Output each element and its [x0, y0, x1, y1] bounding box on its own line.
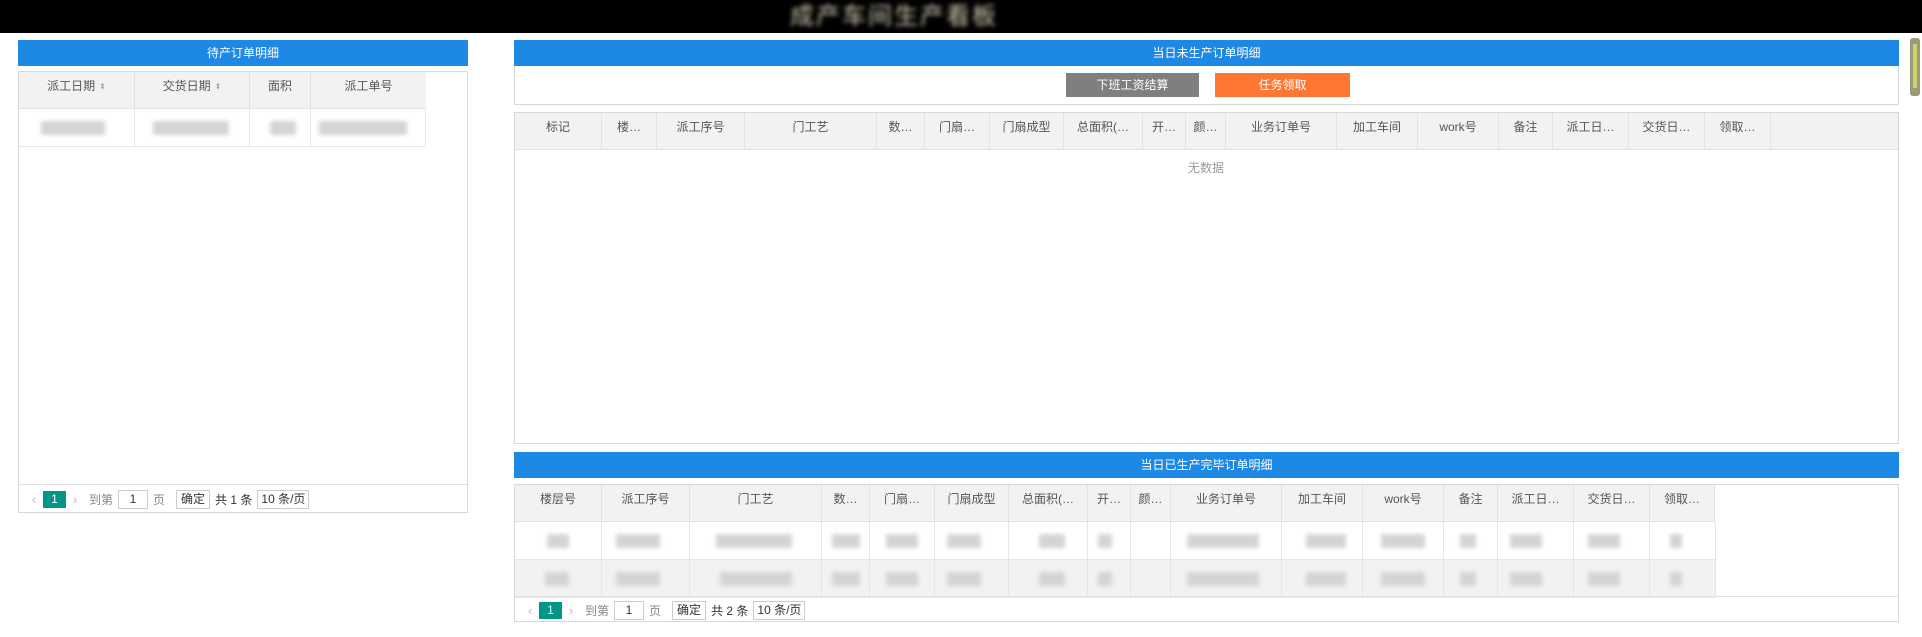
- col-order-no: 业务订单号: [1226, 113, 1337, 149]
- pending-table-header: 派工日期 ⬍ 交货日期 ⬍ 面积 派工单号: [19, 72, 426, 109]
- next-page-icon[interactable]: ›: [562, 603, 580, 618]
- total-count: 共 1 条: [215, 492, 253, 507]
- sort-icon[interactable]: ⬍: [215, 73, 222, 101]
- col-quantity: 数…: [822, 485, 870, 521]
- col-dispatch-date[interactable]: 派工日期 ⬍: [19, 72, 135, 108]
- page-input[interactable]: 1: [614, 600, 645, 620]
- pending-orders-panel: 派工日期 ⬍ 交货日期 ⬍ 面积 派工单号 ‹ 1 › 到第 1 页 确定 共 1 …: [18, 71, 468, 513]
- col-dispatch-no: 派工单号: [344, 79, 393, 93]
- goto-label: 到第: [89, 492, 114, 507]
- col-color: 颜…: [1131, 485, 1171, 521]
- col-claim: 领取…: [1705, 113, 1771, 149]
- sort-icon[interactable]: ⬍: [99, 73, 106, 101]
- col-delivery-date[interactable]: 交货日期 ⬍: [135, 72, 250, 108]
- table-row[interactable]: [19, 109, 426, 147]
- col-total-area: 总面积(…: [1009, 485, 1088, 521]
- col-dispatch-seq: 派工序号: [602, 485, 690, 521]
- col-color: 颜…: [1186, 113, 1226, 149]
- col-delivery-date: 交货日…: [1629, 113, 1705, 149]
- claim-task-button[interactable]: 任务领取: [1215, 73, 1350, 97]
- col-floor: 楼…: [602, 113, 657, 149]
- table-cell: [19, 109, 135, 146]
- prev-page-icon[interactable]: ‹: [25, 492, 43, 507]
- scroll-indicator[interactable]: [1910, 38, 1920, 96]
- completed-orders-panel: 楼层号 派工序号 门工艺 数… 门扇… 门扇成型 总面积(… 开… 颜… 业务订…: [514, 484, 1899, 622]
- col-area: 面积: [250, 72, 311, 108]
- col-quantity: 数…: [877, 113, 925, 149]
- prev-page-icon[interactable]: ‹: [521, 603, 539, 618]
- col-claim: 领取…: [1650, 485, 1715, 521]
- col-door-forming: 门扇成型: [990, 113, 1064, 149]
- col-dispatch-seq: 派工序号: [657, 113, 745, 149]
- col-total-area: 总面积(…: [1064, 113, 1143, 149]
- table-cell: [311, 109, 426, 146]
- col-mark: 标记: [515, 113, 602, 149]
- goto-label: 到第: [585, 603, 610, 618]
- total-count: 共 2 条: [711, 603, 749, 618]
- page-size-select[interactable]: 10 条/页: [753, 600, 806, 620]
- col-door-forming: 门扇成型: [935, 485, 1009, 521]
- completed-table-header: 楼层号 派工序号 门工艺 数… 门扇… 门扇成型 总面积(… 开… 颜… 业务订…: [515, 485, 1715, 522]
- page-number[interactable]: 1: [43, 490, 66, 508]
- col-door-process: 门工艺: [690, 485, 822, 521]
- page-title: 成产车间生产看板: [790, 3, 998, 30]
- col-work-no: work号: [1418, 113, 1499, 149]
- col-door-leaf: 门扇…: [870, 485, 935, 521]
- unproduced-table: 标记 楼… 派工序号 门工艺 数… 门扇… 门扇成型 总面积(… 开… 颜… 业…: [514, 112, 1899, 444]
- col-delivery-date: 交货日…: [1574, 485, 1650, 521]
- col-dispatch-date: 派工日…: [1498, 485, 1574, 521]
- col-workshop: 加工车间: [1337, 113, 1418, 149]
- confirm-button[interactable]: 确定: [672, 600, 707, 620]
- unproduced-table-header: 标记 楼… 派工序号 门工艺 数… 门扇… 门扇成型 总面积(… 开… 颜… 业…: [515, 113, 1898, 150]
- table-cell: [250, 109, 311, 146]
- settle-wage-button[interactable]: 下班工资结算: [1066, 73, 1199, 97]
- confirm-button[interactable]: 确定: [176, 489, 211, 509]
- col-work-no: work号: [1363, 485, 1444, 521]
- col-door-leaf: 门扇…: [925, 113, 990, 149]
- col-open: 开…: [1088, 485, 1131, 521]
- page-size-select[interactable]: 10 条/页: [257, 489, 310, 509]
- col-floor-no: 楼层号: [515, 485, 602, 521]
- completed-orders-title: 当日已生产完毕订单明细: [514, 452, 1899, 478]
- col-remark: 备注: [1499, 113, 1553, 149]
- top-header: 成产车间生产看板: [0, 0, 1922, 33]
- unproduced-toolbar: 下班工资结算 任务领取: [514, 66, 1899, 105]
- unproduced-orders-title: 当日未生产订单明细: [514, 40, 1899, 66]
- col-workshop: 加工车间: [1282, 485, 1363, 521]
- page-number[interactable]: 1: [539, 601, 562, 619]
- page-unit-label: 页: [649, 603, 662, 618]
- page-input[interactable]: 1: [118, 489, 149, 509]
- col-order-no: 业务订单号: [1171, 485, 1282, 521]
- col-door-process: 门工艺: [745, 113, 877, 149]
- page-unit-label: 页: [153, 492, 166, 507]
- pending-orders-title: 待产订单明细: [18, 40, 468, 66]
- table-cell: [135, 109, 250, 146]
- col-remark: 备注: [1444, 485, 1498, 521]
- table-row[interactable]: [515, 560, 1716, 598]
- completed-pagination: ‹ 1 › 到第 1 页 确定 共 2 条 10 条/页: [521, 599, 806, 621]
- col-open: 开…: [1143, 113, 1186, 149]
- col-dispatch-date: 派工日…: [1553, 113, 1629, 149]
- pending-pagination: ‹ 1 › 到第 1 页 确定 共 1 条 10 条/页: [25, 488, 310, 510]
- table-row[interactable]: [515, 522, 1716, 560]
- empty-message: 无数据: [1188, 161, 1225, 175]
- next-page-icon[interactable]: ›: [66, 492, 84, 507]
